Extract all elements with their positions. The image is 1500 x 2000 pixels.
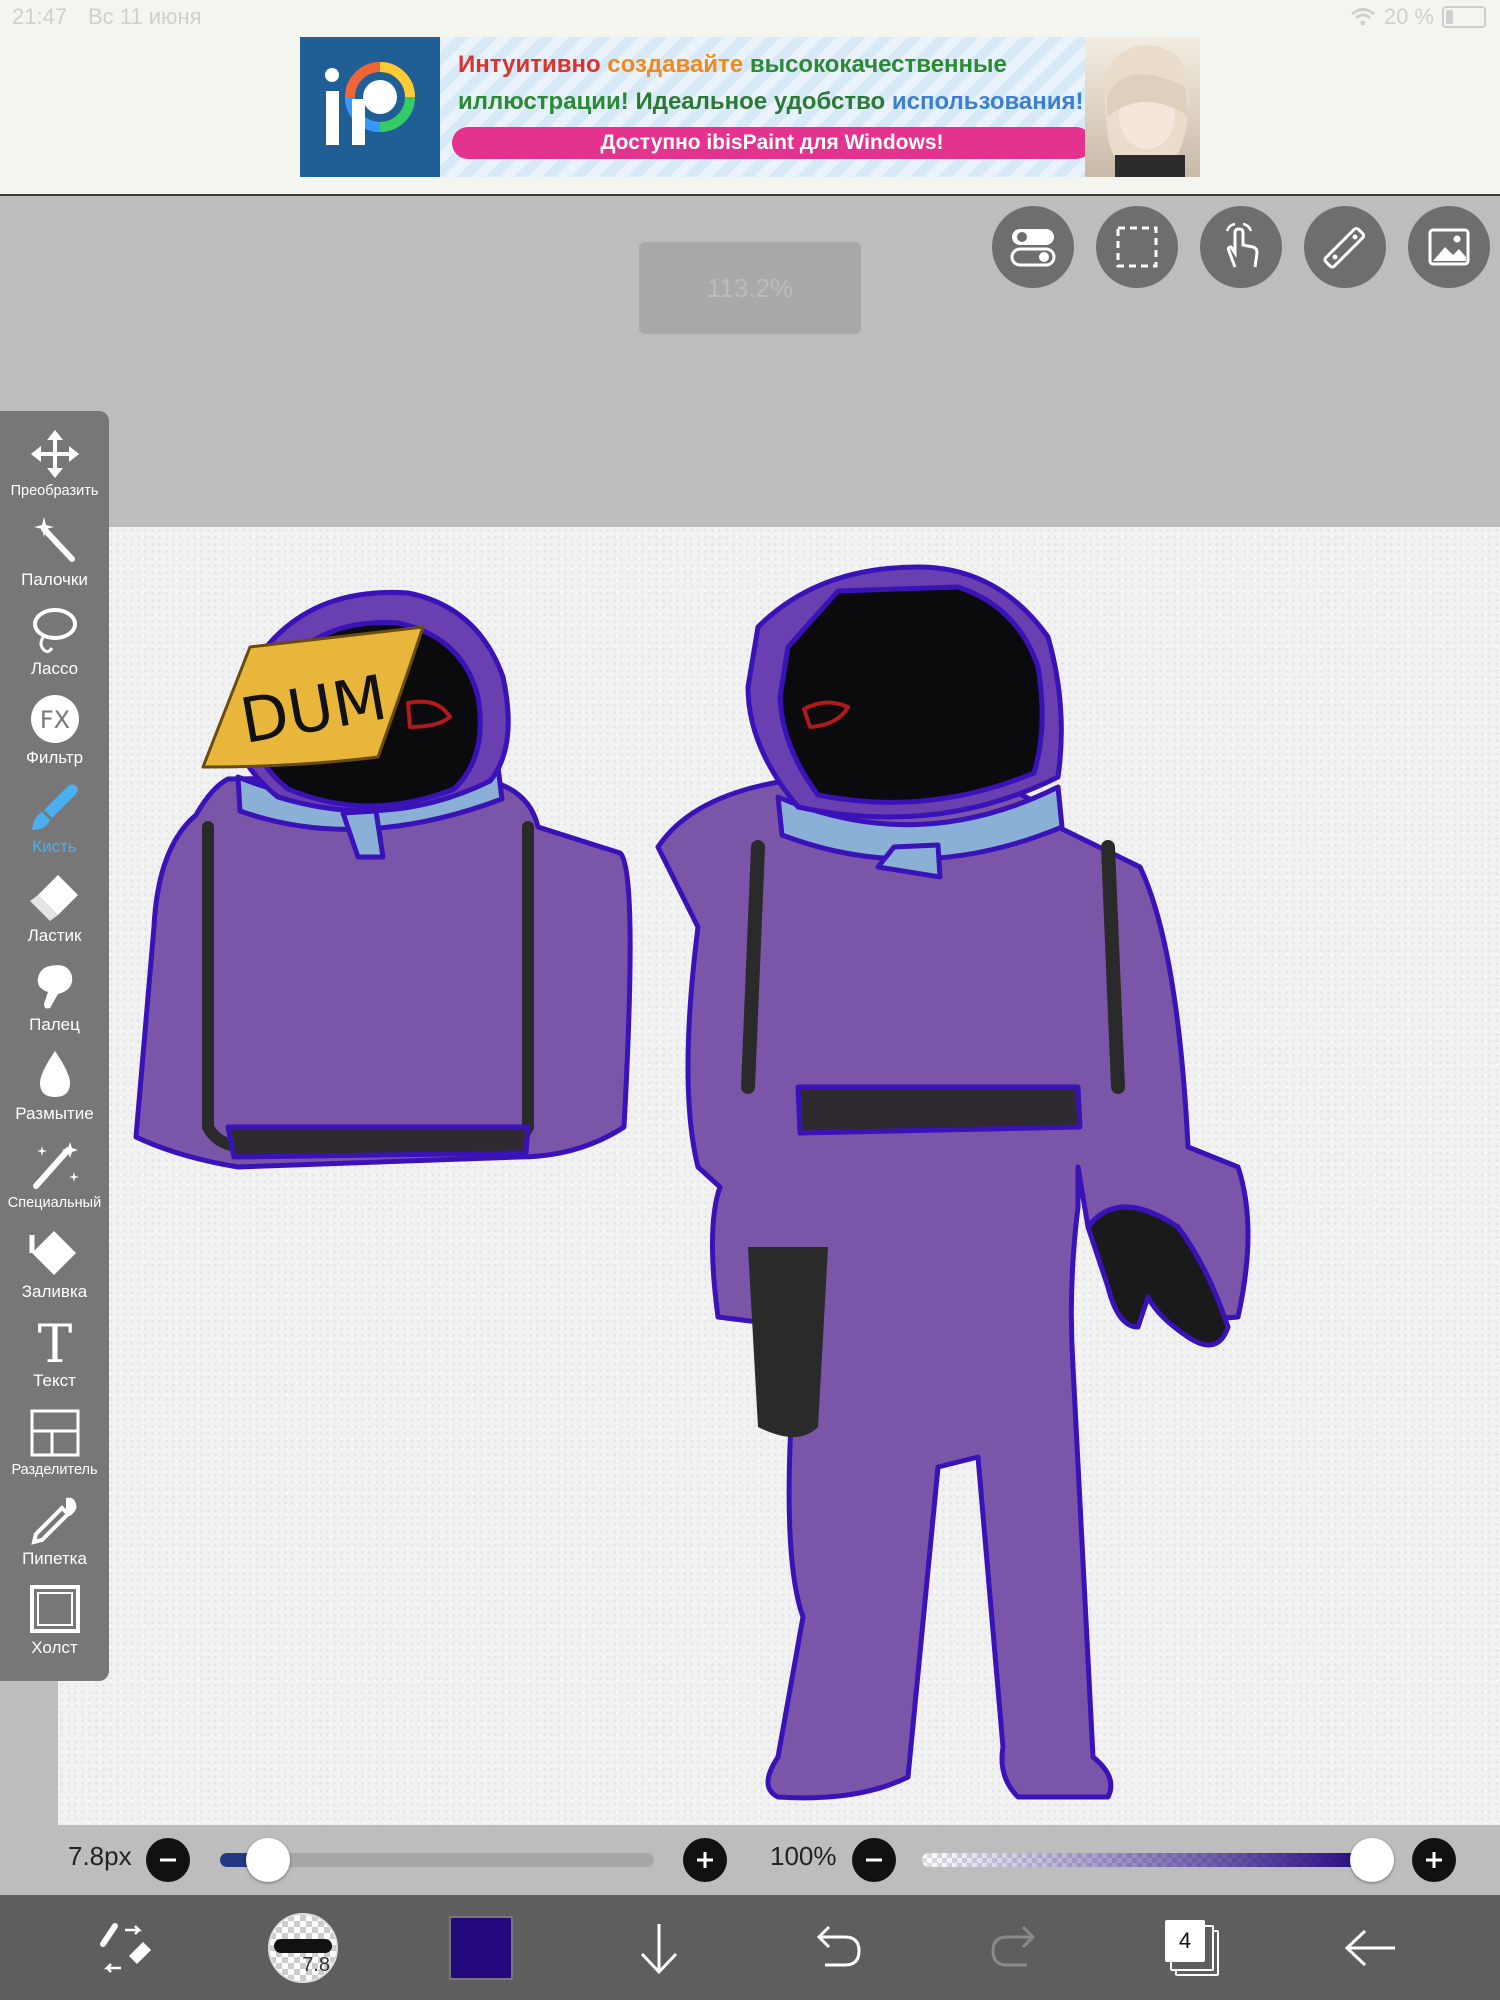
touch-button[interactable] (1200, 206, 1282, 288)
selection-icon (1116, 226, 1158, 268)
tool-smudge[interactable]: Палец (0, 953, 109, 1042)
brush-slider-bar: 7.8px 100% (58, 1825, 1500, 1895)
tool-text[interactable]: T Текст (0, 1309, 109, 1398)
tool-divider[interactable]: Разделитель (0, 1398, 109, 1487)
wifi-icon (1350, 8, 1375, 26)
back-button[interactable] (1336, 1913, 1406, 1983)
ruler-button[interactable] (1304, 206, 1386, 288)
plus-icon (697, 1852, 713, 1868)
color-swatch-button[interactable] (446, 1913, 516, 1983)
fill-bucket-icon (29, 1231, 76, 1275)
status-date: Вс 11 июня (88, 4, 202, 29)
ad-line-2: иллюстрации! Идеальное удобство использо… (458, 88, 1084, 115)
ibispaint-logo-icon (300, 37, 440, 177)
touch-icon (1225, 222, 1259, 268)
frame-divider-icon (30, 1409, 79, 1457)
opacity-label: 100% (770, 1841, 837, 1871)
bottom-bar: 7.8 4 (0, 1895, 1500, 2000)
ad-cta-button[interactable]: Доступно ibisPaint для Windows! (452, 127, 1092, 159)
ad-line-1: Интуитивно создавайте высококачественные (458, 51, 1007, 78)
swap-tool-button[interactable] (90, 1913, 160, 1983)
brush-preset-size: 7.8 (302, 1954, 330, 1976)
drawing-canvas[interactable]: DUM (58, 527, 1500, 1825)
ruler-icon (1323, 226, 1366, 269)
left-figure: DUM (133, 589, 633, 1170)
tool-brush[interactable]: Кисть (0, 775, 109, 864)
arrow-down-icon (640, 1924, 678, 1975)
swap-brush-eraser-icon (100, 1923, 151, 1973)
redo-icon (991, 1925, 1036, 1967)
plus-icon (1426, 1852, 1442, 1868)
move-arrows-icon (30, 430, 79, 478)
top-tool-buttons (992, 206, 1490, 288)
tool-eyedropper[interactable]: Пипетка (0, 1487, 109, 1576)
eraser-icon (29, 875, 78, 921)
svg-text:T: T (37, 1316, 72, 1368)
battery-percent: 20 % (1383, 4, 1434, 29)
tool-filter[interactable]: FX Фильтр (0, 686, 109, 775)
ad-banner[interactable]: Интуитивно создавайте высококачественные… (300, 37, 1200, 177)
tool-lasso[interactable]: Лассо (0, 597, 109, 686)
tool-canvas[interactable]: Холст (0, 1576, 109, 1665)
brush-preset-button[interactable]: 7.8 (268, 1913, 338, 1983)
brush-size-slider-handle[interactable] (245, 1838, 290, 1882)
status-right: 20 % (1350, 4, 1486, 30)
arrow-left-icon (1344, 1929, 1395, 1967)
download-button[interactable] (624, 1913, 694, 1983)
undo-icon (816, 1925, 861, 1967)
minus-icon (866, 1858, 882, 1862)
opacity-decrease-button[interactable] (852, 1838, 896, 1882)
minus-icon (160, 1858, 176, 1862)
reference-image-icon (1428, 228, 1470, 266)
canvas-icon (29, 1585, 80, 1633)
special-pen-icon (32, 1142, 79, 1189)
layers-button[interactable]: 4 (1158, 1913, 1228, 1983)
layers-count: 4 (1165, 1920, 1205, 1962)
brush-icon (31, 784, 78, 830)
brush-size-decrease-button[interactable] (146, 1838, 190, 1882)
zoom-level-badge: 113.2% (639, 242, 861, 334)
svg-text:FX: FX (39, 706, 69, 734)
selection-button[interactable] (1096, 206, 1178, 288)
tool-fill[interactable]: Заливка (0, 1220, 109, 1309)
status-time: 21:47 (12, 4, 68, 29)
tool-transform[interactable]: Преобразить (0, 419, 109, 508)
artwork: DUM (133, 564, 1251, 1801)
smudge-icon (37, 965, 72, 1009)
undo-button[interactable] (802, 1913, 872, 1983)
brush-size-increase-button[interactable] (683, 1838, 727, 1882)
opacity-slider-handle[interactable] (1350, 1838, 1394, 1882)
right-figure (655, 564, 1251, 1801)
fx-icon: FX (30, 695, 79, 743)
opacity-increase-button[interactable] (1412, 1838, 1456, 1882)
ad-bar: Интуитивно создавайте высококачественные… (0, 36, 1500, 196)
toggle-button[interactable] (992, 206, 1074, 288)
tool-blur[interactable]: Размытие (0, 1042, 109, 1131)
battery-icon (1442, 6, 1486, 28)
toggle-icon (1010, 229, 1056, 267)
tool-magic-wand[interactable]: Палочки (0, 508, 109, 597)
reference-image-button[interactable] (1408, 206, 1490, 288)
tool-palette: Преобразить Палочки Лассо FX Фильтр Кист… (0, 411, 109, 1681)
lasso-icon (32, 608, 77, 654)
eyedropper-icon (30, 1497, 76, 1545)
opacity-track[interactable] (922, 1853, 1372, 1867)
blur-drop-icon (39, 1051, 70, 1097)
tool-eraser[interactable]: Ластик (0, 864, 109, 953)
text-icon: T (37, 1316, 72, 1368)
tool-special[interactable]: Специальный (0, 1131, 109, 1220)
ad-portrait-image (1085, 37, 1200, 177)
magic-wand-icon (33, 517, 75, 562)
redo-button[interactable] (980, 1913, 1050, 1983)
brush-size-label: 7.8px (68, 1841, 132, 1871)
status-bar: 21:47 Вс 11 июня 20 % (0, 0, 1500, 36)
